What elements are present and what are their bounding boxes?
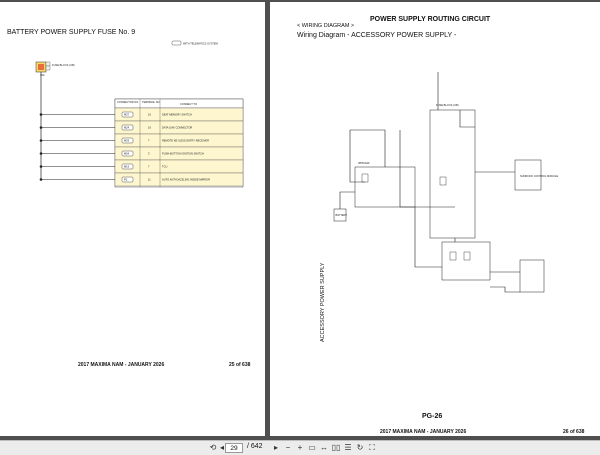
svg-text:CONNECTOR NO.: CONNECTOR NO. bbox=[117, 100, 139, 104]
module-label: SUNROOF CONTROL MODULE bbox=[520, 174, 558, 178]
fuse-schematic: WITH TELEMATICS SYSTEM FUSE BLOCK (J/B) … bbox=[35, 40, 244, 188]
footer-model-left: 2017 MAXIMA NAM - JANUARY 2026 bbox=[78, 362, 165, 368]
table-row: M54 3 PUSH-BUTTON IGNITION SWITCH bbox=[39, 146, 244, 161]
pg-label: PG-26 bbox=[422, 413, 443, 420]
svg-text:CONNECT TO: CONNECT TO bbox=[180, 102, 197, 106]
fit-page-icon[interactable]: ▭ bbox=[306, 442, 318, 454]
page-number-input[interactable] bbox=[225, 443, 243, 453]
connector-no: M24 bbox=[124, 126, 130, 130]
table-row: M19 7 TCU bbox=[39, 159, 244, 174]
page-25: BATTERY POWER SUPPLY FUSE No. 9 WITH TEL… bbox=[0, 2, 265, 436]
connector-no: M54 bbox=[124, 152, 130, 156]
rotate-page-icon[interactable]: ↻ bbox=[354, 442, 366, 454]
footer-page-left: 25 of 638 bbox=[229, 362, 251, 368]
table-row: R2 11 AUTO ANTI-DAZZLING INSIDE MIRROR bbox=[39, 172, 244, 187]
continuous-icon[interactable]: ☰ bbox=[342, 442, 354, 454]
total-pages: / 642 bbox=[247, 443, 263, 450]
connector-no: M37 bbox=[124, 113, 130, 117]
page-26: POWER SUPPLY ROUTING CIRCUIT < WIRING DI… bbox=[270, 2, 600, 436]
fit-width-icon[interactable]: ↔ bbox=[318, 442, 330, 454]
fullscreen-icon[interactable]: ⛶ bbox=[366, 442, 378, 454]
connect-to: DATA LINK CONNECTOR bbox=[162, 126, 192, 130]
next-page-icon[interactable]: ▸ bbox=[270, 442, 282, 454]
connect-to: PUSH-BUTTON IGNITION SWITCH bbox=[162, 152, 204, 156]
footer-page-right: 26 of 638 bbox=[563, 429, 585, 435]
connect-to: TCU bbox=[162, 165, 167, 169]
connector-no: M33 bbox=[124, 139, 130, 143]
fuse-block-label: FUSE BLOCK (J/B) bbox=[52, 63, 75, 67]
connector-no: M19 bbox=[124, 165, 130, 169]
document-viewer: BATTERY POWER SUPPLY FUSE No. 9 WITH TEL… bbox=[0, 0, 600, 440]
connector-no: R2 bbox=[124, 178, 128, 182]
svg-text:TERMINAL NO.: TERMINAL NO. bbox=[142, 100, 161, 104]
note-text: WITH TELEMATICS SYSTEM bbox=[183, 42, 218, 46]
footer-model-right: 2017 MAXIMA NAM - JANUARY 2026 bbox=[380, 429, 467, 435]
zoom-in-icon[interactable]: + bbox=[294, 442, 306, 454]
ipdm-label: IPDM E/R bbox=[358, 161, 370, 165]
viewer-toolbar: ⟲ ◂ / 642 ▸ − + ▭ ↔ ▯▯ ☰ ↻ ⛶ bbox=[0, 440, 600, 455]
table-row: M33 7 REMOTE KEYLESS ENTRY RECEIVER bbox=[39, 133, 244, 148]
wiring-diagram: BATTERY SUNROOF CONTROL MODULE FUSE BLOC… bbox=[333, 72, 558, 293]
zoom-out-icon[interactable]: − bbox=[282, 442, 294, 454]
connect-to: SEAT MEMORY SWITCH bbox=[162, 113, 192, 117]
connect-to: REMOTE KEYLESS ENTRY RECEIVER bbox=[162, 139, 209, 143]
table-row: M37 16 SEAT MEMORY SWITCH bbox=[39, 107, 244, 122]
table-row: M24 16 DATA LINK CONNECTOR bbox=[39, 120, 244, 135]
connect-to: AUTO ANTI-DAZZLING INSIDE MIRROR bbox=[162, 178, 210, 182]
fuse-block-diagram-label: FUSE BLOCK (J/B) bbox=[436, 103, 459, 107]
battery-label: BATTERY bbox=[336, 213, 348, 217]
two-page-icon[interactable]: ▯▯ bbox=[330, 442, 342, 454]
